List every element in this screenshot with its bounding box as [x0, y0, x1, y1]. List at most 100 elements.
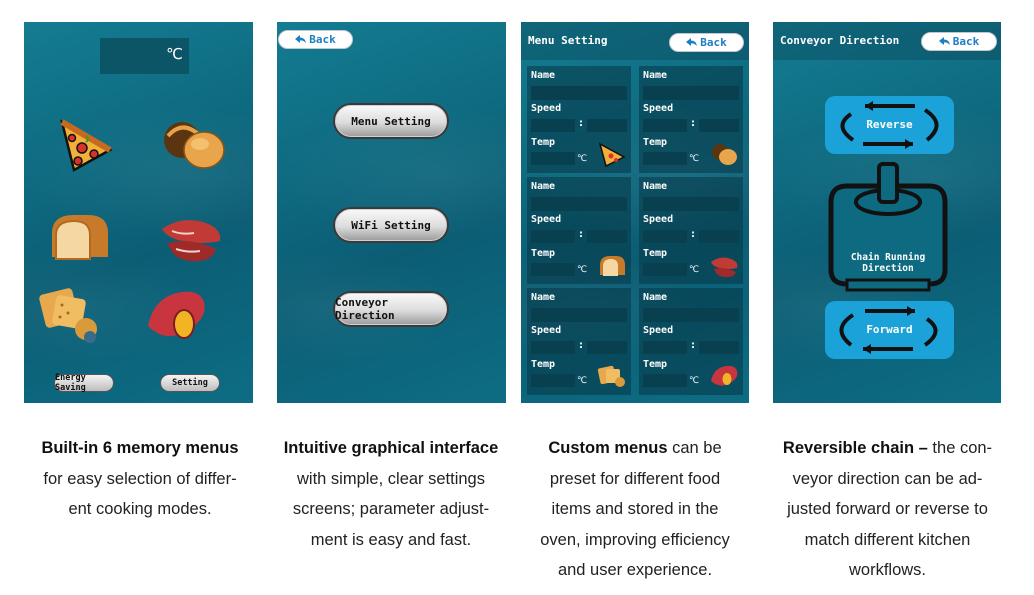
speed-seconds-field[interactable] [699, 341, 739, 354]
conveyor-direction-screen: Conveyor Direction Back Reverse Chain Ru… [773, 22, 1001, 403]
temp-field[interactable] [531, 152, 575, 165]
temp-label: Temp [643, 137, 668, 148]
forward-button[interactable]: Forward [825, 301, 954, 359]
sweet-potato-icon[interactable] [144, 286, 210, 346]
back-arrow-icon [295, 35, 307, 43]
temp-unit: ℃ [689, 265, 700, 275]
reverse-button[interactable]: Reverse [825, 96, 954, 154]
conveyor-direction-button[interactable]: Conveyor Direction [333, 291, 449, 327]
temperature-unit: ℃ [166, 45, 183, 63]
back-button[interactable]: Back [669, 33, 744, 52]
temp-field[interactable] [531, 374, 575, 387]
name-field[interactable] [531, 197, 627, 211]
caption-line: ent cooking modes. [68, 500, 212, 518]
back-button[interactable]: Back [921, 32, 997, 51]
cracker-icon[interactable] [38, 287, 104, 347]
temp-field[interactable] [643, 152, 687, 165]
speed-seconds-field[interactable] [699, 119, 739, 132]
speed-colon: : [579, 229, 583, 240]
caption-line: justed forward or reverse to [787, 500, 988, 518]
sweet-potato-icon [711, 365, 738, 386]
caption-heading-tail: can be [667, 439, 722, 457]
caption-line: preset for different food [549, 469, 721, 488]
speed-seconds-field[interactable] [587, 341, 627, 354]
menu-card: Name Speed: Temp ℃ [527, 177, 631, 284]
speed-seconds-field[interactable] [587, 119, 627, 132]
back-arrow-icon [686, 38, 698, 46]
steak-icon[interactable] [158, 207, 224, 267]
settings-screen: Back Menu Setting WiFi Setting Conveyor … [277, 22, 506, 403]
menu-card: Name Speed: Temp ℃ [639, 66, 743, 173]
wifi-setting-button[interactable]: WiFi Setting [333, 207, 449, 243]
screen-title: Menu Setting [528, 34, 608, 47]
speed-seconds-field[interactable] [587, 230, 627, 243]
temp-unit: ℃ [577, 265, 588, 275]
speed-minutes-field[interactable] [643, 119, 687, 132]
setting-button[interactable]: Setting [160, 374, 220, 392]
speed-colon: : [579, 340, 583, 351]
name-field[interactable] [643, 308, 739, 322]
caption-line: items and stored in the [551, 500, 719, 518]
caption-line: oven, improving efficiency [540, 530, 730, 549]
speed-seconds-field[interactable] [699, 230, 739, 243]
name-field[interactable] [643, 86, 739, 100]
pizza-icon [598, 142, 626, 167]
caption-line: and user experience. [557, 561, 713, 579]
caption-line: with simple, clear settings [297, 469, 485, 488]
speed-colon: : [691, 229, 695, 240]
caption-line: veyor direction can be ad- [792, 469, 983, 488]
reverse-label: Reverse [866, 118, 913, 131]
caption-line: ment is easy and fast. [310, 530, 472, 549]
name-field[interactable] [531, 308, 627, 322]
temp-unit: ℃ [577, 154, 588, 164]
back-label: Back [952, 35, 980, 48]
speed-minutes-field[interactable] [531, 230, 575, 243]
speed-minutes-field[interactable] [531, 341, 575, 354]
name-field[interactable] [531, 86, 627, 100]
back-button[interactable]: Back [278, 30, 353, 49]
cracker-icon [597, 365, 625, 387]
forward-label: Forward [866, 323, 913, 336]
menu-card: Name Speed: Temp ℃ [639, 288, 743, 395]
speed-label: Speed [643, 214, 674, 225]
caption-line: screens; parameter adjust- [292, 500, 490, 518]
name-label: Name [531, 70, 556, 81]
bun-icon [712, 144, 737, 165]
caption-memory-menus: Built-in 6 memory menus for easy selecti… [20, 433, 260, 525]
speed-minutes-field[interactable] [643, 341, 687, 354]
caption-custom-menus: Custom menus can be preset for different… [515, 433, 755, 586]
name-field[interactable] [643, 197, 739, 211]
menu-card: Name Speed: Temp ℃ [527, 288, 631, 395]
speed-colon: : [579, 118, 583, 129]
temp-field[interactable] [643, 374, 687, 387]
temp-field[interactable] [531, 263, 575, 276]
chain-running-direction-label: Chain Running Direction [850, 252, 926, 274]
speed-label: Speed [643, 103, 674, 114]
speed-label: Speed [643, 325, 674, 336]
speed-minutes-field[interactable] [643, 230, 687, 243]
menu-setting-button[interactable]: Menu Setting [333, 103, 449, 139]
name-label: Name [643, 181, 668, 192]
name-label: Name [531, 292, 556, 303]
caption-line: workflows. [848, 561, 926, 579]
temp-unit: ℃ [577, 376, 588, 386]
menu-card: Name Speed: Temp ℃ [527, 66, 631, 173]
speed-label: Speed [531, 214, 562, 225]
caption-heading: Built-in 6 memory menus [41, 439, 239, 457]
speed-colon: : [691, 340, 695, 351]
back-label: Back [309, 33, 336, 46]
pizza-icon[interactable] [52, 114, 118, 174]
temp-label: Temp [531, 248, 556, 259]
caption-heading: Custom menus [548, 439, 668, 457]
caption-heading: Reversible chain – [782, 439, 928, 457]
speed-minutes-field[interactable] [531, 119, 575, 132]
temperature-display: ℃ [100, 38, 189, 74]
bread-icon[interactable] [46, 205, 112, 265]
temp-field[interactable] [643, 263, 687, 276]
energy-saving-button[interactable]: Energy Saving [54, 373, 114, 393]
back-label: Back [700, 36, 727, 49]
temp-label: Temp [643, 359, 668, 370]
steak-icon [711, 257, 738, 278]
bun-icon[interactable] [160, 114, 226, 174]
temp-unit: ℃ [689, 154, 700, 164]
